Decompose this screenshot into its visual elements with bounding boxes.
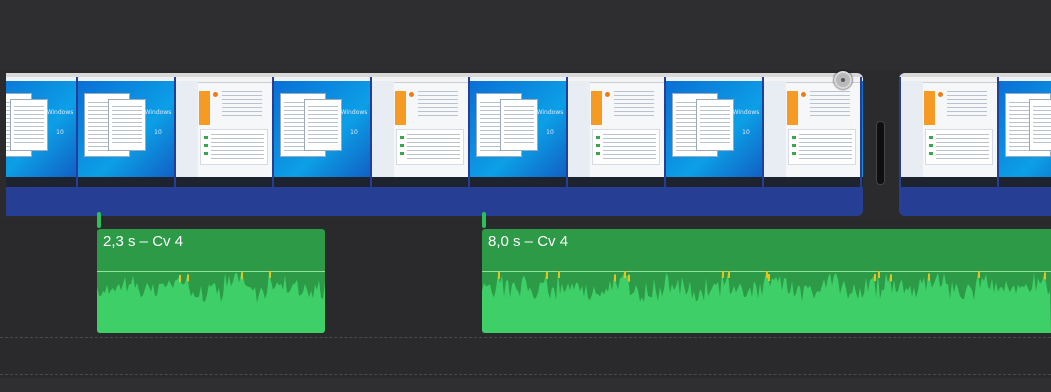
playhead-knob[interactable]: [834, 71, 852, 89]
audio-clip-2[interactable]: 8,0 s – Cv 4: [482, 229, 1051, 333]
viewer-area: [0, 0, 1051, 70]
video-clip-2[interactable]: Windows 10: [899, 73, 1051, 216]
desktop-thumbnail: Windows 10: [666, 77, 762, 187]
audio-peak-marker: [1044, 272, 1046, 280]
desktop-thumbnail: Windows 10: [78, 77, 174, 187]
desktop-thumbnail: Windows 10: [470, 77, 566, 187]
audio-peak-marker: [722, 271, 724, 278]
audio-peak-marker: [546, 271, 548, 279]
audio-peak-marker: [766, 271, 768, 278]
waveform-shape: [97, 273, 325, 333]
audio-peak-marker: [187, 274, 189, 282]
windows-logo: Windows 10: [732, 109, 760, 136]
audio-peak-marker: [241, 272, 243, 280]
server-manager-thumbnail: [372, 77, 468, 187]
audio-waveform: [482, 271, 1051, 333]
audio-peak-marker: [728, 271, 730, 278]
server-manager-thumbnail: [176, 77, 272, 187]
audio-peak-marker: [628, 274, 630, 282]
thumbnail-strip: Windows 10 Windows 10 Windows 10 Windows 10…: [6, 77, 863, 187]
audio-peak-marker: [890, 274, 892, 282]
video-clip-1[interactable]: Windows 10 Windows 10 Windows 10 Windows 10…: [6, 73, 863, 216]
desktop-thumbnail: Windows 10: [862, 77, 863, 187]
audio-clip-1[interactable]: 2,3 s – Cv 4: [97, 229, 325, 333]
clip-transition-handle[interactable]: [876, 121, 885, 185]
server-manager-thumbnail: [901, 77, 997, 187]
windows-logo: Windows 10: [536, 109, 564, 136]
audio-peak-marker: [624, 271, 626, 278]
desktop-thumbnail: Windows 10: [6, 77, 76, 187]
audio-clip-connector-2[interactable]: [482, 212, 486, 228]
waveform-shape: [482, 273, 1051, 333]
audio-peak-marker: [928, 273, 930, 281]
empty-track: [0, 378, 1051, 392]
desktop-thumbnail: Windows 10: [274, 77, 370, 187]
audio-clip-connector-1[interactable]: [97, 212, 101, 228]
audio-peak-marker: [179, 274, 181, 282]
track-divider: [0, 337, 1051, 338]
desktop-thumbnail: Windows 10: [999, 77, 1051, 187]
audio-peak-marker: [558, 271, 560, 279]
windows-logo: Windows 10: [340, 109, 368, 136]
windows-logo: Windows 10: [144, 109, 172, 136]
audio-peak-marker: [498, 272, 500, 280]
server-manager-thumbnail: [568, 77, 664, 187]
audio-peak-marker: [874, 274, 876, 282]
audio-clip-label: 2,3 s – Cv 4: [103, 233, 184, 250]
thumbnail-strip: Windows 10: [899, 77, 1051, 187]
audio-clip-label: 8,0 s – Cv 4: [488, 233, 569, 250]
audio-peak-marker: [269, 271, 271, 278]
audio-waveform: [97, 271, 325, 333]
server-manager-thumbnail: [764, 77, 860, 187]
audio-peak-marker: [978, 271, 980, 278]
audio-peak-marker: [768, 274, 770, 282]
audio-peak-marker: [614, 274, 616, 282]
track-divider: [0, 374, 1051, 375]
audio-peak-marker: [878, 271, 880, 278]
windows-logo: Windows 10: [46, 109, 74, 136]
